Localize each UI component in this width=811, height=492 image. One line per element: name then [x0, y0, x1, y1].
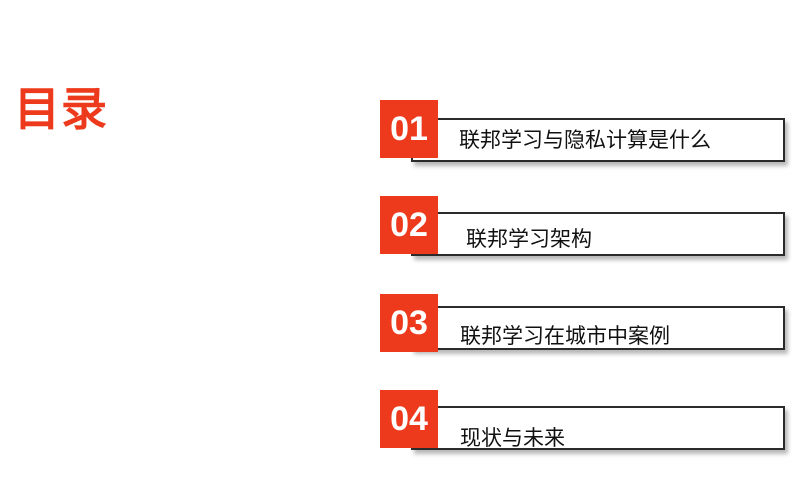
toc-item-number: 04: [380, 390, 438, 448]
toc-item-4[interactable]: 04 现状与未来: [380, 390, 790, 460]
toc-item-1[interactable]: 01 联邦学习与隐私计算是什么: [380, 100, 790, 170]
toc-item-number: 01: [380, 100, 438, 158]
toc-item-label: 现状与未来: [460, 426, 565, 450]
toc-item-label: 联邦学习与隐私计算是什么: [459, 128, 711, 152]
table-of-contents: 01 联邦学习与隐私计算是什么 02 联邦学习架构 03 联邦学习在城市中案例 …: [0, 0, 811, 492]
toc-item-number: 03: [380, 294, 438, 352]
toc-item-label: 联邦学习在城市中案例: [460, 324, 670, 348]
toc-item-3[interactable]: 03 联邦学习在城市中案例: [380, 294, 790, 364]
toc-item-label: 联邦学习架构: [466, 227, 592, 251]
toc-item-2[interactable]: 02 联邦学习架构: [380, 196, 790, 266]
toc-item-number: 02: [380, 196, 438, 254]
